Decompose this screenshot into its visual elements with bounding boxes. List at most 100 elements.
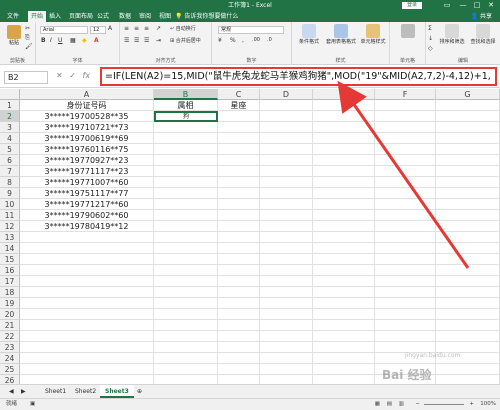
grid-cell[interactable] <box>313 166 375 177</box>
cancel-icon[interactable]: ✕ <box>56 71 63 80</box>
cut-icon[interactable]: ✂ <box>25 25 30 32</box>
find-select-button[interactable]: 查找和选择 <box>468 24 498 45</box>
grid-cell[interactable] <box>375 298 436 309</box>
grid-cell[interactable] <box>218 210 260 221</box>
grid-cell[interactable] <box>313 287 375 298</box>
grid-cell[interactable] <box>154 331 218 342</box>
grid-cell[interactable] <box>313 320 375 331</box>
center-align-icon[interactable]: ☰ <box>134 37 139 44</box>
grid-cell[interactable] <box>436 100 500 111</box>
grid-cell[interactable] <box>260 166 313 177</box>
grid-cell[interactable] <box>375 243 436 254</box>
grid-cell[interactable] <box>375 177 436 188</box>
grid-cell[interactable] <box>218 177 260 188</box>
grid-cell[interactable] <box>260 309 313 320</box>
grid-cell[interactable] <box>260 232 313 243</box>
tab-page-layout[interactable]: 页面布局 <box>66 11 96 22</box>
wrap-text-button[interactable]: ↵ 自动换行 <box>170 25 196 32</box>
comma-icon[interactable]: , <box>242 37 244 44</box>
grid-cell[interactable] <box>218 144 260 155</box>
row-header[interactable]: 16 <box>0 265 20 276</box>
grid-cell[interactable] <box>20 232 154 243</box>
grid-cell[interactable] <box>313 177 375 188</box>
grid-cell[interactable] <box>154 199 218 210</box>
top-align-icon[interactable]: ≡ <box>124 25 129 32</box>
grid-cell[interactable] <box>154 342 218 353</box>
grid-cell[interactable] <box>260 243 313 254</box>
grid-cell[interactable]: 星座 <box>218 100 260 111</box>
grid-cell[interactable] <box>260 111 313 122</box>
grid-cell[interactable] <box>313 342 375 353</box>
grid-cell[interactable]: 3*****19790602**60 <box>20 210 154 221</box>
grid-cell[interactable] <box>436 276 500 287</box>
sort-filter-button[interactable]: 排序和筛选 <box>438 24 466 45</box>
grid-cell[interactable] <box>260 320 313 331</box>
grid-cell[interactable] <box>20 364 154 375</box>
row-header[interactable]: 8 <box>0 177 20 188</box>
grid-cell[interactable] <box>313 155 375 166</box>
grid-cell[interactable] <box>313 188 375 199</box>
grid-cell[interactable]: 属相 <box>154 100 218 111</box>
grid-cell[interactable] <box>375 276 436 287</box>
grid-cell[interactable] <box>260 375 313 384</box>
tab-view[interactable]: 视图 <box>156 11 174 22</box>
sheet-tab-3[interactable]: Sheet3 <box>100 385 134 398</box>
name-box[interactable]: B2 <box>4 71 48 84</box>
grid-cell[interactable] <box>218 309 260 320</box>
grid-cell[interactable] <box>436 364 500 375</box>
column-header-e[interactable]: E <box>313 89 375 100</box>
grid-cell[interactable] <box>218 155 260 166</box>
grid-cell[interactable] <box>313 199 375 210</box>
grid-cell[interactable] <box>154 210 218 221</box>
grid-cell[interactable] <box>260 188 313 199</box>
grid-cell[interactable] <box>218 342 260 353</box>
grid-cell[interactable] <box>154 375 218 384</box>
copy-icon[interactable]: ⎘ <box>25 34 30 42</box>
grid-cell[interactable] <box>375 320 436 331</box>
formula-input[interactable]: =IF(LEN(A2)=15,MID("鼠牛虎兔龙蛇马羊猴鸡狗猪",MOD("1… <box>100 67 497 86</box>
grid-cell[interactable] <box>20 254 154 265</box>
indent-icon[interactable]: ⇥ <box>156 37 161 44</box>
grid-cell[interactable] <box>375 111 436 122</box>
grid-cell[interactable] <box>375 232 436 243</box>
tab-review[interactable]: 审阅 <box>136 11 154 22</box>
tab-file[interactable]: 文件 <box>4 11 22 22</box>
spreadsheet-grid[interactable]: A B C D E F G 1 身份证号码 属相 星座 2 3*****19700528**35 狗 3 3*… <box>0 89 500 384</box>
column-header-b[interactable]: B <box>154 89 218 100</box>
bold-button[interactable]: B <box>41 37 46 44</box>
grid-cell[interactable] <box>375 199 436 210</box>
macro-icon[interactable]: ▣ <box>30 399 35 410</box>
grid-cell[interactable]: 3*****19770927**23 <box>20 155 154 166</box>
grid-cell[interactable] <box>375 166 436 177</box>
ribbon-display-icon[interactable]: ▭ <box>440 0 454 11</box>
grid-cell[interactable] <box>313 144 375 155</box>
insert-function-button[interactable]: fx <box>83 71 91 80</box>
enter-icon[interactable]: ✓ <box>69 71 76 80</box>
grid-cell[interactable] <box>260 100 313 111</box>
grid-cell[interactable] <box>436 232 500 243</box>
zoom-out-icon[interactable]: − <box>415 399 420 410</box>
grid-cell[interactable] <box>154 254 218 265</box>
grid-cell[interactable] <box>436 177 500 188</box>
font-color-icon[interactable]: A <box>94 37 99 44</box>
grid-cell[interactable] <box>154 177 218 188</box>
row-header[interactable]: 22 <box>0 331 20 342</box>
grid-cell[interactable] <box>436 210 500 221</box>
autosum-icon[interactable]: Σ <box>428 25 432 32</box>
grid-cell[interactable] <box>154 122 218 133</box>
grid-cell[interactable] <box>375 188 436 199</box>
middle-align-icon[interactable]: ≡ <box>134 25 139 32</box>
decrease-decimal-icon[interactable]: .0 <box>267 37 272 43</box>
grid-cell[interactable] <box>218 133 260 144</box>
grid-cell[interactable] <box>375 331 436 342</box>
grid-cell[interactable] <box>154 287 218 298</box>
grid-cell[interactable] <box>313 276 375 287</box>
grid-cell[interactable] <box>20 375 154 384</box>
currency-icon[interactable]: ¥ <box>218 37 222 44</box>
grid-cell[interactable] <box>313 221 375 232</box>
grid-cell[interactable] <box>260 122 313 133</box>
font-name-select[interactable]: Arial <box>40 26 88 34</box>
grid-cell[interactable] <box>218 353 260 364</box>
grid-cell[interactable] <box>218 320 260 331</box>
grid-cell[interactable] <box>20 331 154 342</box>
